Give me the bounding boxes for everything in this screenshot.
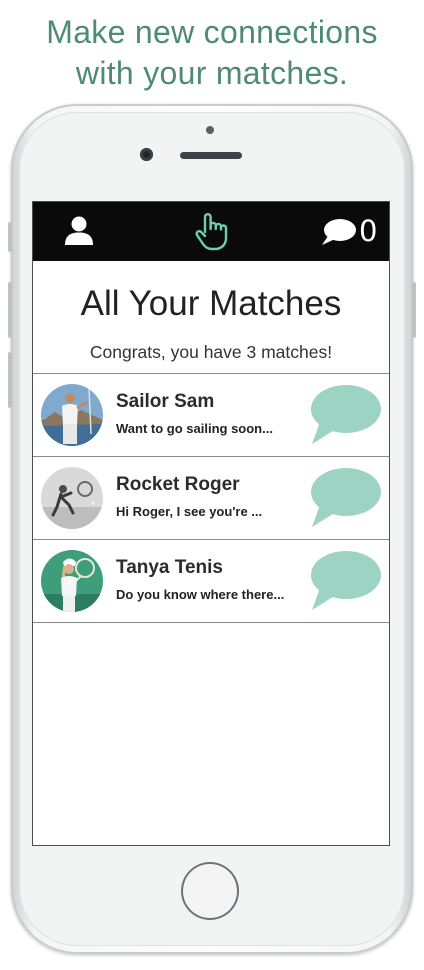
matches-list: Sailor Sam Want to go sailing soon... Ro… (33, 373, 389, 623)
match-row-rocket-roger[interactable]: Rocket Roger Hi Roger, I see you're ... (33, 456, 389, 539)
chat-bubble-icon[interactable] (306, 465, 382, 531)
match-name: Tanya Tenis (116, 557, 223, 578)
chat-bubble-icon[interactable] (306, 548, 382, 614)
page-title: All Your Matches (80, 284, 342, 323)
front-camera (140, 148, 153, 161)
match-message-preview: Do you know where there... (116, 587, 285, 602)
phone-volume-up-button (8, 282, 12, 338)
matches-summary: Congrats, you have 3 matches! (89, 342, 333, 362)
proximity-sensor (206, 126, 214, 134)
phone-power-button (412, 282, 416, 338)
match-name: Rocket Roger (116, 474, 240, 495)
avatar-sailor-sam (41, 384, 103, 446)
speech-bubble-icon[interactable] (321, 218, 357, 246)
match-row-tanya-tenis[interactable]: Tanya Tenis Do you know where there... (33, 539, 389, 623)
match-message-preview: Want to go sailing soon... (116, 421, 273, 436)
chat-bubble-icon[interactable] (306, 382, 382, 448)
promo-headline: Make new connections with your matches. (0, 12, 424, 94)
pointing-hand-icon[interactable] (192, 212, 232, 252)
message-count: 0 (359, 214, 378, 248)
app-screen: 0 All Your Matches Congrats, you have 3 … (33, 202, 389, 845)
match-row-sailor-sam[interactable]: Sailor Sam Want to go sailing soon... (33, 373, 389, 456)
headline-line-1: Make new connections (46, 14, 378, 50)
home-button[interactable] (181, 862, 239, 920)
match-message-preview: Hi Roger, I see you're ... (116, 504, 263, 519)
phone-volume-down-button (8, 352, 12, 408)
earpiece-speaker (180, 152, 242, 159)
headline-line-2: with your matches. (75, 55, 349, 91)
phone-side-button (8, 222, 12, 252)
avatar-rocket-roger (41, 467, 103, 529)
top-nav-bar: 0 (33, 202, 389, 261)
avatar-tanya-tenis (41, 550, 103, 612)
match-name: Sailor Sam (116, 391, 215, 412)
profile-icon[interactable] (64, 216, 94, 246)
